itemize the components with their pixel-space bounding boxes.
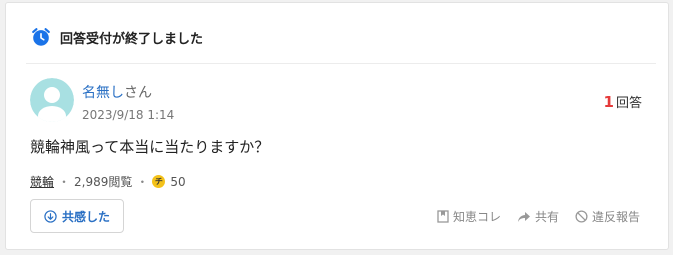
avatar[interactable]: [30, 78, 74, 122]
meta-separator: ・: [58, 175, 71, 189]
alarm-clock-icon: [32, 28, 50, 46]
user-name-text[interactable]: 名無し: [82, 85, 124, 101]
user-name[interactable]: 名無しさん: [82, 82, 152, 102]
action-links: 知恵コレ 共有 違反報告: [437, 208, 640, 225]
report-label: 違反報告: [591, 210, 640, 224]
question-meta: 競輪 ・ 2,989閲覧 ・ チ 50: [30, 173, 186, 190]
answer-count-label: 回答: [615, 96, 642, 111]
question-card: 回答受付が終了しました 名無しさん 2023/9/18 1:14 1 回答 競輪神…: [5, 2, 669, 250]
view-count: 2,989閲覧: [74, 175, 133, 189]
closed-notice-text: 回答受付が終了しました: [60, 31, 204, 47]
coin-count: 50: [170, 174, 186, 189]
category-link[interactable]: 競輪: [30, 173, 54, 190]
bookmark-icon: [437, 210, 449, 223]
empathy-label: 共感した: [61, 209, 110, 224]
bookmark-label: 知恵コレ: [452, 210, 501, 224]
coin-icon: チ: [152, 175, 166, 188]
answer-count-number: 1: [603, 93, 614, 111]
user-honorific: さん: [124, 85, 152, 101]
default-user-avatar-icon: [30, 78, 74, 122]
share-icon: [517, 211, 530, 222]
empathy-button[interactable]: 共感した: [30, 199, 124, 233]
share-label: 共有: [534, 210, 559, 224]
meta-separator: ・: [136, 175, 149, 189]
question-text: 競輪神風って本当に当たりますか？: [30, 138, 270, 156]
posted-date: 2023/9/18 1:14: [82, 108, 175, 122]
header-divider: [26, 63, 656, 64]
report-button[interactable]: 違反報告: [575, 208, 640, 225]
closed-notice-header: 回答受付が終了しました: [30, 25, 203, 49]
empathy-arrow-icon: [44, 209, 57, 223]
answer-count[interactable]: 1 回答: [604, 92, 642, 111]
bookmark-button[interactable]: 知恵コレ: [437, 208, 501, 225]
share-button[interactable]: 共有: [517, 208, 559, 225]
prohibited-icon: [575, 210, 588, 223]
